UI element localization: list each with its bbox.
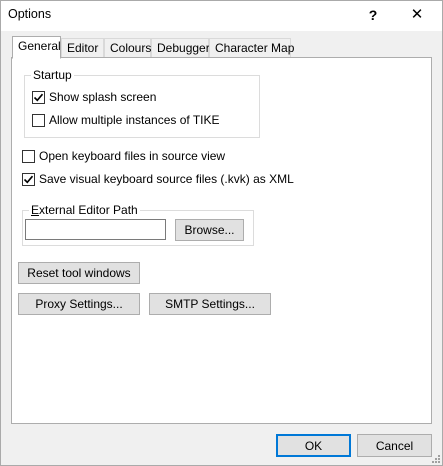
tab-editor[interactable]: Editor bbox=[61, 38, 104, 58]
startup-group: Startup bbox=[24, 68, 260, 138]
allow-multiple-instances-checkbox[interactable]: Allow multiple instances of TIKE bbox=[32, 112, 220, 128]
open-keyboard-source-checkbox[interactable]: Open keyboard files in source view bbox=[22, 148, 225, 164]
tab-label: General bbox=[18, 39, 61, 53]
open-keyboard-source-label: Open keyboard files in source view bbox=[39, 149, 226, 163]
help-icon[interactable]: ? bbox=[358, 4, 388, 26]
checkbox-unchecked-icon bbox=[22, 149, 35, 163]
external-editor-group-label: External Editor Path bbox=[29, 203, 140, 217]
tab-general[interactable]: General bbox=[12, 36, 61, 59]
resize-grip-icon[interactable] bbox=[430, 453, 440, 463]
general-tab-panel: Startup Show splash screen Allow multipl… bbox=[11, 57, 432, 424]
tab-label: Debugger bbox=[157, 41, 210, 55]
tab-debugger[interactable]: Debugger bbox=[151, 38, 210, 58]
tab-label: Colours bbox=[110, 41, 152, 55]
proxy-settings-button[interactable]: Proxy Settings... bbox=[18, 293, 140, 315]
cancel-button[interactable]: Cancel bbox=[357, 434, 432, 457]
options-dialog: Options ? ✕ General Editor Colours Debug… bbox=[0, 0, 443, 466]
startup-group-label: Startup bbox=[31, 68, 74, 82]
tab-character-map[interactable]: Character Map bbox=[209, 38, 295, 58]
tab-colours[interactable]: Colours bbox=[104, 38, 151, 58]
checkbox-checked-icon bbox=[22, 172, 35, 186]
window-title: Options bbox=[8, 7, 52, 21]
reset-tool-windows-button[interactable]: Reset tool windows bbox=[18, 262, 140, 284]
smtp-settings-button[interactable]: SMTP Settings... bbox=[149, 293, 271, 315]
tab-label: Editor bbox=[67, 41, 99, 55]
show-splash-label: Show splash screen bbox=[49, 90, 157, 104]
show-splash-checkbox[interactable]: Show splash screen bbox=[32, 89, 156, 105]
title-bar[interactable]: Options ? ✕ bbox=[1, 1, 442, 31]
ok-button[interactable]: OK bbox=[276, 434, 351, 457]
tab-label: Character Map bbox=[215, 41, 295, 55]
close-icon[interactable]: ✕ bbox=[402, 4, 432, 26]
save-visual-xml-label: Save visual keyboard source files (.kvk)… bbox=[39, 172, 294, 186]
external-editor-path-input[interactable] bbox=[25, 219, 166, 240]
browse-button[interactable]: Browse... bbox=[175, 219, 244, 241]
checkbox-checked-icon bbox=[32, 90, 45, 104]
checkbox-unchecked-icon bbox=[32, 113, 45, 127]
allow-multiple-instances-label: Allow multiple instances of TIKE bbox=[49, 113, 220, 127]
save-visual-xml-checkbox[interactable]: Save visual keyboard source files (.kvk)… bbox=[22, 171, 294, 187]
